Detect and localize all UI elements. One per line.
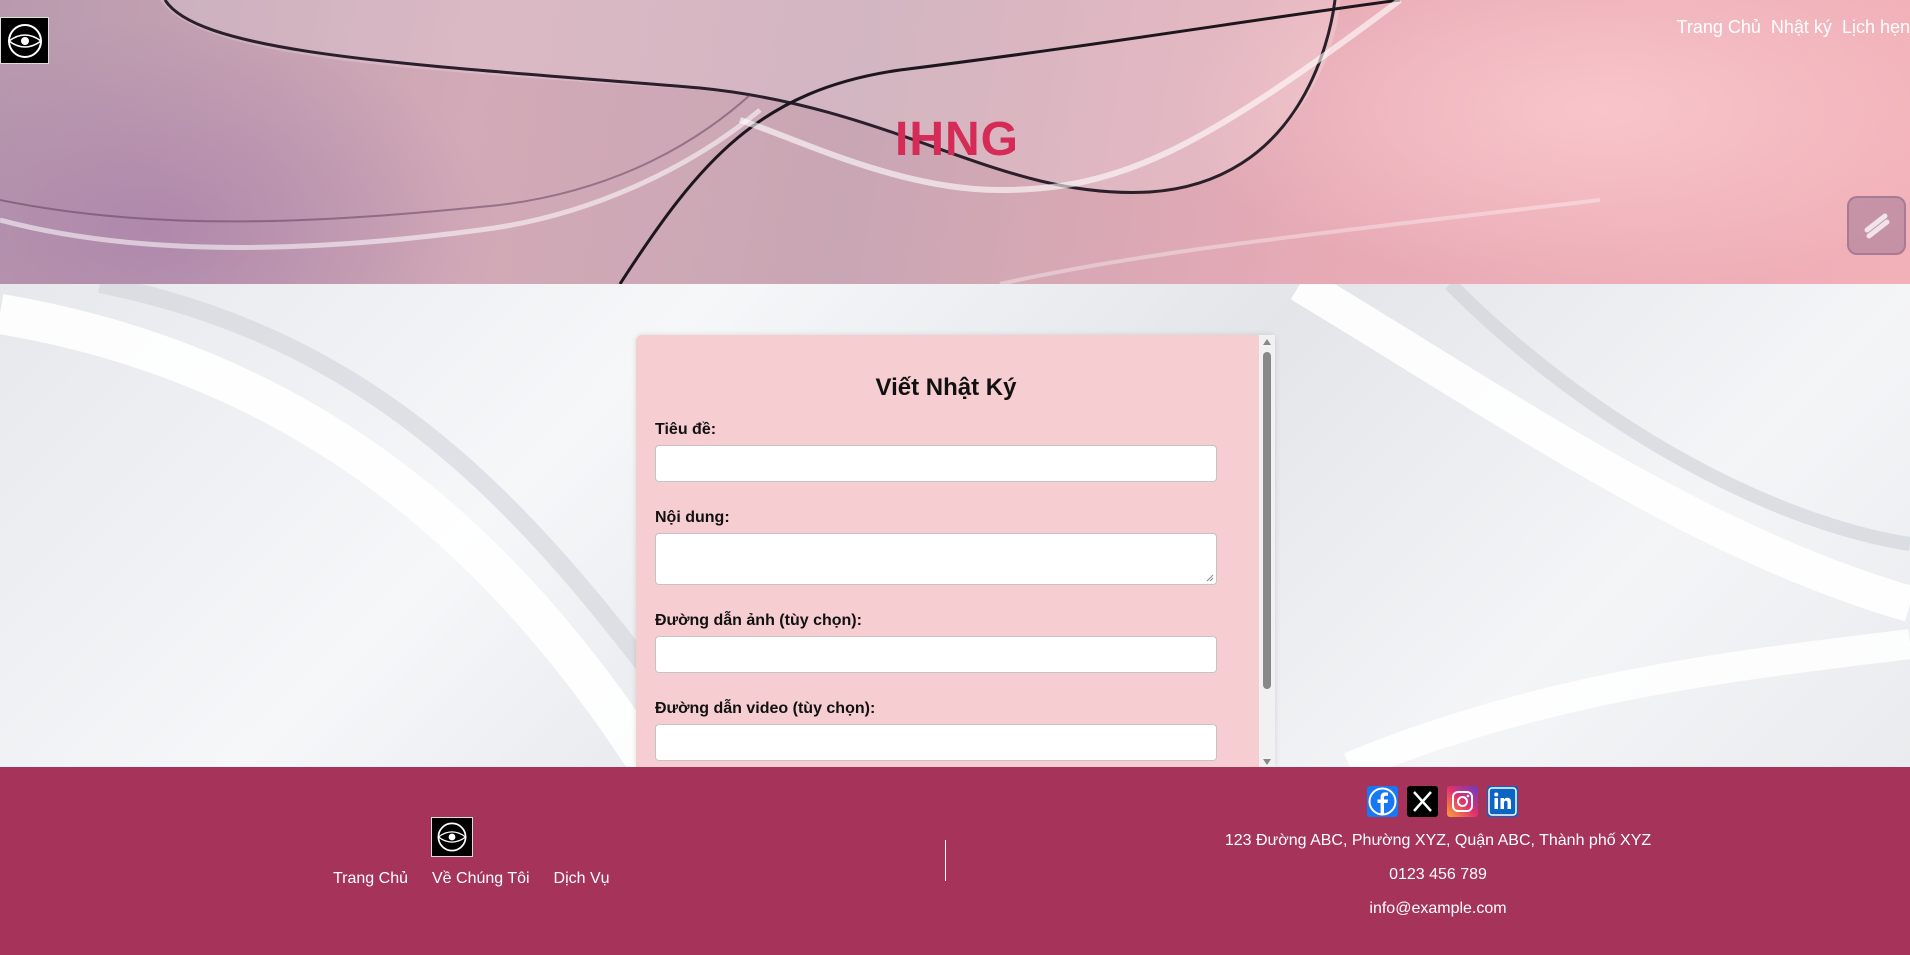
image-url-input[interactable] — [655, 636, 1217, 673]
form-title: Viết Nhật Ký — [875, 374, 1017, 401]
title-label: Tiêu đề: — [655, 421, 717, 438]
title-input[interactable] — [655, 445, 1217, 482]
footer-link-services[interactable]: Dịch Vụ — [554, 870, 610, 888]
footer-divider — [945, 840, 946, 881]
footer: Trang Chủ Về Chúng Tôi Dịch Vụ 123 Đường… — [0, 767, 1910, 955]
x-icon[interactable] — [1407, 786, 1438, 817]
resize-grip-icon[interactable] — [1206, 574, 1214, 582]
footer-address: 123 Đường ABC, Phường XYZ, Quận ABC, Thà… — [1224, 832, 1652, 849]
content-textarea[interactable] — [655, 533, 1217, 585]
instagram-icon[interactable] — [1447, 786, 1478, 817]
footer-links: Trang Chủ Về Chúng Tôi Dịch Vụ — [333, 870, 610, 888]
site-logo[interactable] — [0, 17, 49, 64]
slash-icon — [1864, 213, 1889, 238]
header-banner: Trang Chủ Nhật ký Lịch hẹn IHNG — [0, 0, 1910, 284]
footer-link-home[interactable]: Trang Chủ — [333, 870, 408, 888]
nav-item-journal[interactable]: Nhật ký — [1771, 17, 1832, 38]
eye-logo-icon — [437, 822, 467, 852]
footer-logo[interactable] — [431, 817, 473, 857]
scroll-down-arrow-icon[interactable] — [1263, 759, 1271, 765]
scroll-up-arrow-icon[interactable] — [1263, 339, 1271, 345]
scroll-thumb[interactable] — [1263, 352, 1271, 689]
footer-email[interactable]: info@example.com — [1138, 900, 1738, 918]
top-nav: Trang Chủ Nhật ký Lịch hẹn — [1677, 17, 1910, 38]
video-url-input[interactable] — [655, 724, 1217, 761]
nav-item-home[interactable]: Trang Chủ — [1677, 17, 1761, 38]
content-label: Nội dung: — [655, 509, 730, 526]
journal-form-card: Viết Nhật Ký Tiêu đề: Nội dung: Đường dẫ… — [636, 335, 1275, 767]
form-scrollbar[interactable] — [1259, 335, 1275, 767]
footer-link-about[interactable]: Về Chúng Tôi — [432, 870, 530, 888]
video-url-label: Đường dẫn video (tùy chọn): — [655, 700, 876, 717]
footer-phone: 0123 456 789 — [1389, 866, 1487, 883]
eye-logo-icon — [7, 23, 42, 58]
social-links — [1367, 786, 1518, 817]
brand-title: IHNG — [895, 113, 1019, 166]
linkedin-icon[interactable] — [1487, 786, 1518, 817]
nav-item-appointments[interactable]: Lịch hẹn — [1842, 17, 1910, 38]
side-widget-button[interactable] — [1847, 196, 1906, 255]
image-url-label: Đường dẫn ảnh (tùy chọn): — [655, 612, 862, 629]
facebook-icon[interactable] — [1367, 786, 1398, 817]
